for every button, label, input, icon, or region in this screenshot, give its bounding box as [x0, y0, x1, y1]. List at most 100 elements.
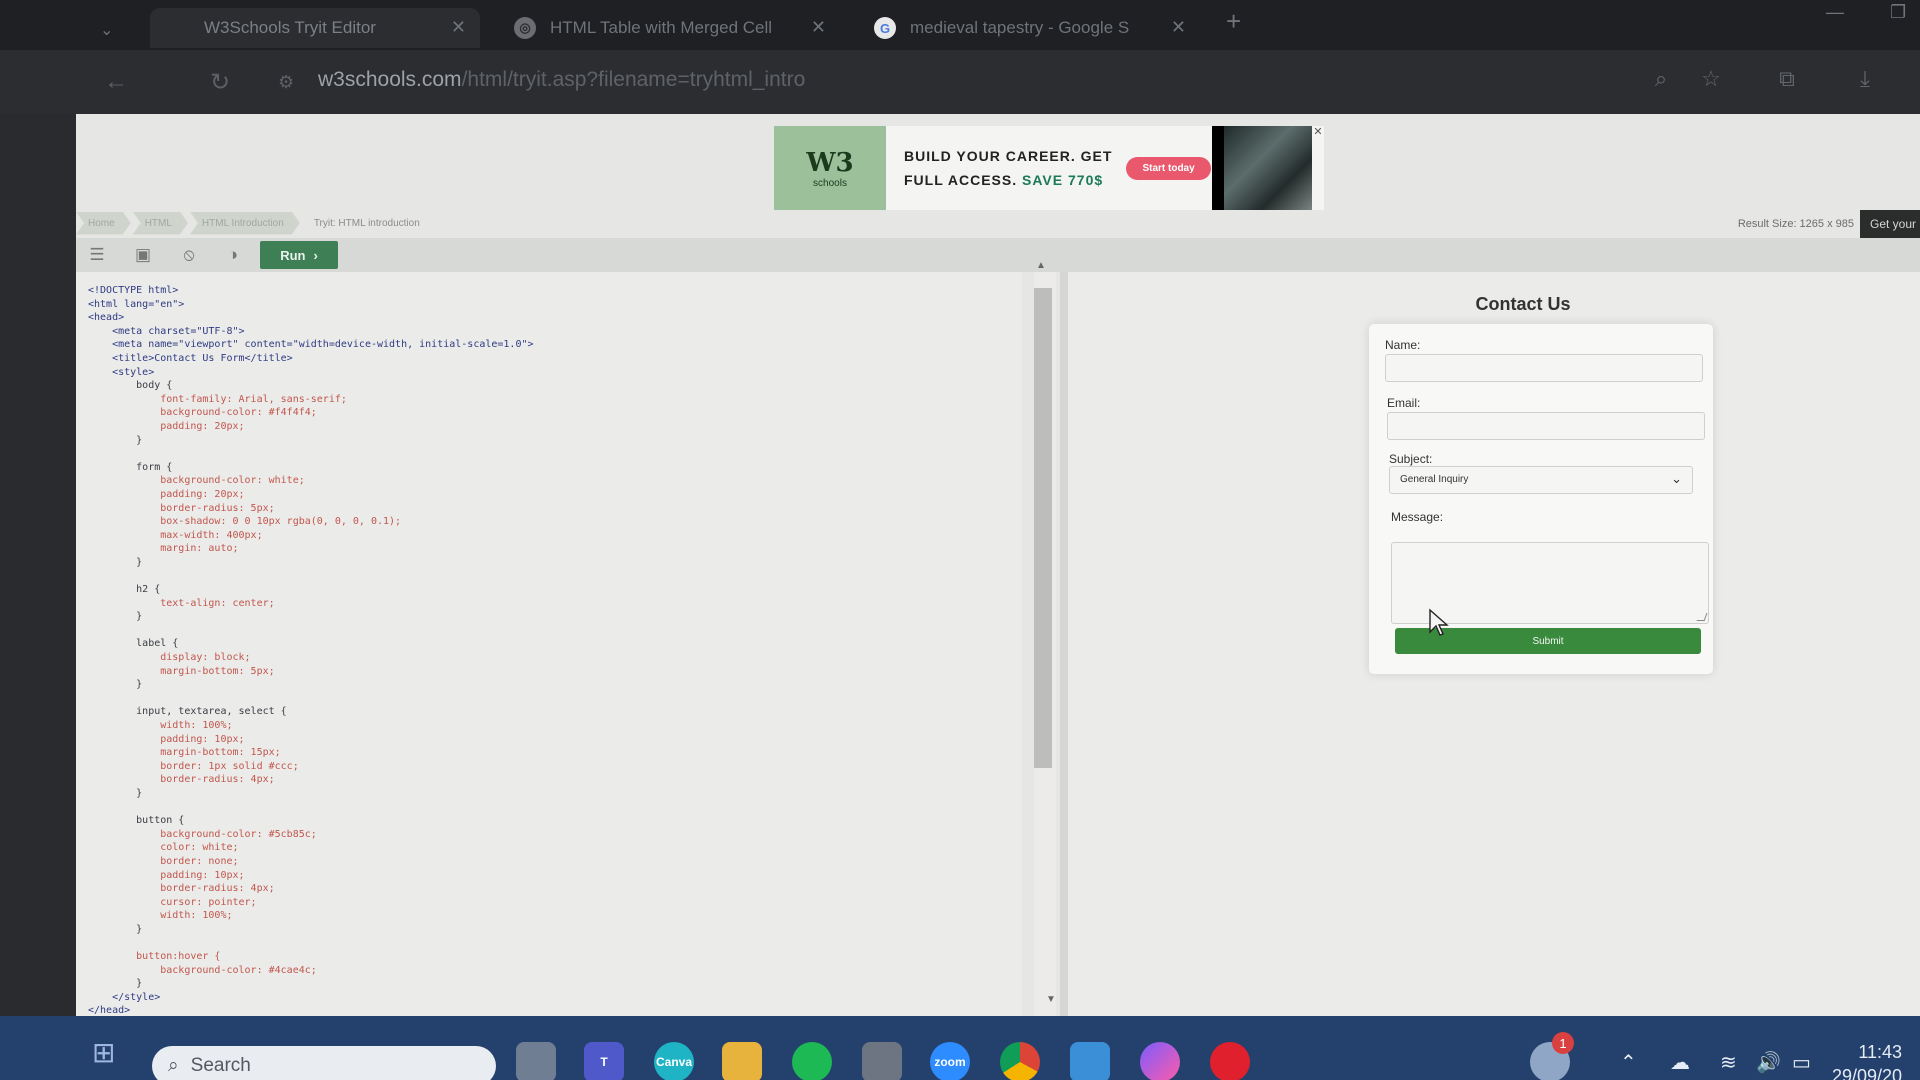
code-line: body { — [88, 380, 173, 392]
calculator-icon[interactable] — [862, 1042, 902, 1080]
tab-w3schools-tryit[interactable]: W3Schools Tryit Editor ✕ — [150, 8, 480, 48]
subject-select[interactable]: General Inquiry ⌄ — [1389, 466, 1693, 494]
windows-start-icon[interactable]: ⊞ — [92, 1036, 132, 1070]
ad-line-1: BUILD YOUR CAREER. GET — [904, 148, 1113, 164]
close-icon[interactable]: ✕ — [451, 17, 466, 38]
chrome-icon[interactable] — [1000, 1042, 1040, 1080]
breadcrumb-html-intro[interactable]: HTML Introduction — [190, 212, 300, 235]
contact-heading: Contact Us — [1475, 294, 1571, 314]
close-icon[interactable]: ✕ — [1171, 17, 1186, 38]
code-line: width: 100%; — [88, 910, 233, 922]
code-line: } — [88, 611, 143, 623]
spotify-icon[interactable] — [792, 1042, 832, 1080]
code-line: border: 1px solid #ccc; — [88, 760, 299, 772]
w3schools-logo: W3 schools — [774, 126, 886, 210]
canva-icon[interactable]: Canva — [654, 1042, 694, 1080]
contact-form: Name: Email: Subject: General Inquiry ⌄ … — [1369, 324, 1713, 674]
editor-scrollbar-thumb[interactable] — [1034, 288, 1052, 768]
file-explorer-icon[interactable] — [516, 1042, 556, 1080]
site-settings-icon[interactable]: ⚙ — [278, 72, 294, 93]
url-domain: w3schools.com — [318, 68, 462, 91]
code-line: h2 { — [88, 584, 161, 596]
tab-search-chevron-icon[interactable]: ⌄ — [100, 20, 114, 39]
code-line: form { — [88, 461, 173, 473]
menu-icon[interactable]: ☰ — [86, 244, 108, 266]
back-icon[interactable]: ← — [104, 68, 128, 96]
taskbar-search[interactable]: ⌕ Search — [152, 1046, 496, 1080]
mouse-pointer-icon — [1429, 608, 1449, 636]
tab-html-table[interactable]: ◎ HTML Table with Merged Cell ✕ — [500, 8, 840, 48]
get-your-button[interactable]: Get your — [1860, 210, 1920, 238]
battery-icon[interactable]: ▭ — [1792, 1050, 1811, 1075]
code-editor[interactable]: <!DOCTYPE html> <html lang="en"> <head> <m… — [76, 272, 1022, 1024]
url-field[interactable]: w3schools.com/html/tryit.asp?filename=tr… — [318, 68, 805, 92]
volume-icon[interactable]: 🔊 — [1756, 1050, 1781, 1075]
code-line: text-align: center; — [88, 597, 275, 609]
minimize-icon[interactable]: — — [1826, 2, 1844, 23]
restore-icon[interactable]: ❐ — [1890, 2, 1906, 23]
result-pane: Contact Us Name: Email: Subject: General… — [1068, 272, 1920, 1024]
run-button[interactable]: Run › — [260, 241, 338, 269]
breadcrumb: Home HTML HTML Introduction Tryit: HTML … — [76, 208, 438, 238]
zoom-icon[interactable]: ⌕ — [1644, 62, 1678, 96]
code-line: margin: auto; — [88, 543, 239, 555]
code-line: border: none; — [88, 855, 239, 867]
save-icon[interactable]: ▣ — [132, 244, 154, 266]
close-icon[interactable]: ✕ — [811, 17, 826, 38]
download-icon[interactable]: ⤓ — [1848, 62, 1882, 96]
chevron-down-icon: ⌄ — [1671, 471, 1682, 486]
result-size: Result Size: 1265 x 985 — [1737, 218, 1854, 230]
code-line: label { — [88, 638, 179, 650]
canva-label: Canva — [655, 1055, 693, 1069]
code-line: } — [88, 556, 143, 568]
code-line: } — [88, 978, 143, 990]
email-input[interactable] — [1387, 412, 1705, 440]
code-line: padding: 10px; — [88, 733, 245, 745]
reload-icon[interactable]: ↻ — [210, 68, 230, 97]
google-icon: G — [874, 17, 896, 39]
chevron-up-icon[interactable]: ⌃ — [1620, 1050, 1637, 1075]
page-favicon-icon: ◎ — [514, 17, 536, 39]
ad-cta-button[interactable]: Start today — [1126, 156, 1211, 180]
breadcrumb-home[interactable]: Home — [76, 212, 131, 235]
scroll-down-icon[interactable]: ▼ — [1046, 994, 1056, 1005]
wifi-icon[interactable]: ≋ — [1720, 1050, 1737, 1075]
new-tab-icon[interactable]: + — [1226, 6, 1241, 37]
folder-icon[interactable] — [722, 1042, 762, 1080]
theme-toggle-icon[interactable]: ◑ — [222, 244, 244, 266]
onedrive-icon[interactable]: ☁ — [1670, 1050, 1690, 1075]
code-line: background-color: white; — [88, 475, 305, 487]
address-bar: ← ↻ ⚙ w3schools.com/html/tryit.asp?filen… — [0, 50, 1920, 114]
code-line: background-color: #f4f4f4; — [88, 407, 317, 419]
opera-icon[interactable] — [1210, 1042, 1250, 1080]
bookmark-star-icon[interactable]: ☆ — [1694, 62, 1728, 96]
messenger-icon[interactable] — [1140, 1042, 1180, 1080]
code-line: button { — [88, 815, 185, 827]
system-clock[interactable]: 11:43 29/09/20 — [1832, 1040, 1902, 1080]
scroll-up-icon[interactable]: ▲ — [1036, 260, 1046, 271]
name-label: Name: — [1385, 338, 1421, 352]
pane-divider[interactable] — [1060, 272, 1068, 1024]
code-line: } — [88, 923, 143, 935]
ad-close-icon[interactable]: ✕ — [1312, 126, 1324, 138]
breadcrumb-html[interactable]: HTML — [133, 212, 188, 235]
code-line: display: block; — [88, 652, 251, 664]
subject-value: General Inquiry — [1400, 474, 1469, 485]
code-line: color: white; — [88, 842, 239, 854]
code-content[interactable]: <!DOCTYPE html> <html lang="en"> <head> <m… — [88, 284, 534, 1024]
teams-icon[interactable]: T — [584, 1042, 624, 1080]
zoom-app-icon[interactable]: zoom — [930, 1042, 970, 1080]
ad-banner[interactable]: W3 schools BUILD YOUR CAREER. GET FULL A… — [774, 126, 1324, 210]
submit-label: Submit — [1532, 635, 1564, 647]
code-line: <head> — [88, 312, 125, 324]
rotate-layout-icon[interactable]: ⦸ — [178, 244, 200, 266]
name-input[interactable] — [1385, 354, 1703, 382]
tab-google-search[interactable]: G medieval tapestry - Google S ✕ — [860, 8, 1200, 48]
notepad-icon[interactable] — [1070, 1042, 1110, 1080]
resize-grip-icon[interactable] — [1696, 613, 1708, 621]
extensions-icon[interactable]: ⧉ — [1770, 62, 1804, 96]
ad-headline: BUILD YOUR CAREER. GET FULL ACCESS. SAVE… — [904, 144, 1112, 192]
code-line: } — [88, 434, 143, 446]
code-line: } — [88, 787, 143, 799]
